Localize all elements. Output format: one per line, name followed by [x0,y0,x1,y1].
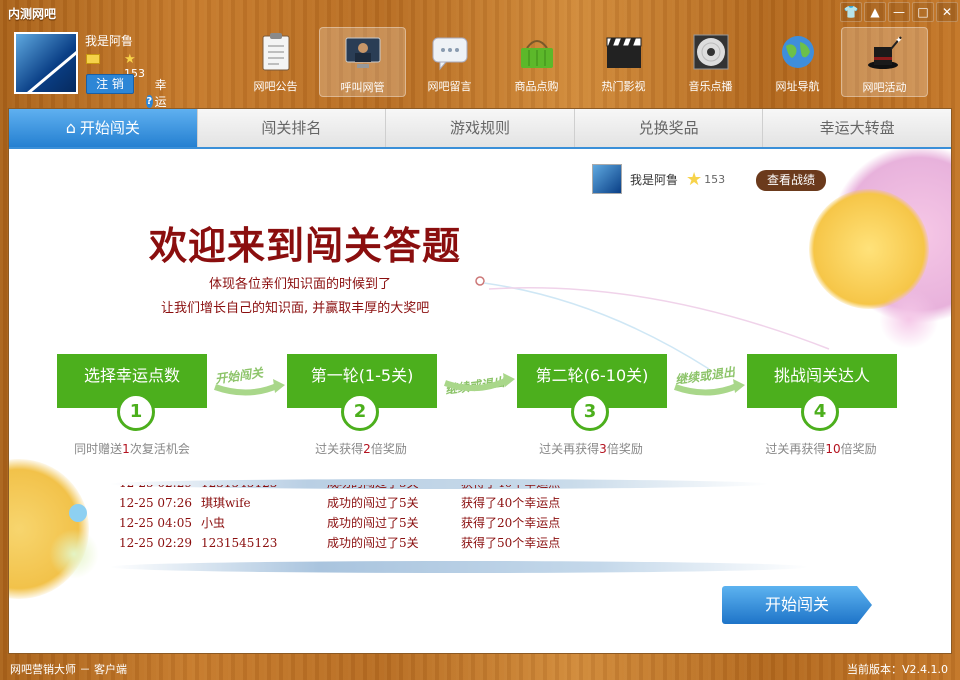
toolbar-item-movies[interactable]: 热门影视 [580,27,667,97]
toolbar-item-shop[interactable]: 商品点购 [493,27,580,97]
toolbar-item-message[interactable]: 网吧留言 [406,27,493,97]
view-record-button[interactable]: 查看战绩 [756,170,826,191]
arrow-icon [444,373,515,392]
clipboard-icon [256,32,296,72]
window-controls: 👕 ▲ — □ ✕ [840,2,958,22]
tab-prizes[interactable]: 兑换奖品 [575,109,764,147]
star-icon: ★ [686,168,703,190]
step-3-number: 3 [571,393,609,431]
home-icon: ⌂ [65,118,76,137]
tab-rules[interactable]: 游戏规则 [386,109,575,147]
globe-icon [778,32,818,72]
hero-subline-2: 让我们增长自己的知识面, 并赢取丰厚的大奖吧 [161,301,430,316]
decor-bubble [49,529,99,579]
step-1-desc: 同时赠送1次复活机会 [74,442,190,456]
decor-bubble [69,504,87,522]
tab-wheel[interactable]: 幸运大转盘 [763,109,951,147]
mail-icon[interactable] [86,54,100,64]
status-app-name: 网吧营销大师 － 客户端 [10,663,127,676]
profile-avatar [592,164,622,194]
app-title: 内测网吧 [8,7,57,21]
decor-wave [109,561,809,573]
toolbar-item-call-admin[interactable]: 呼叫网管 [319,27,406,97]
step-2-number: 2 [341,393,379,431]
hero-subline-1: 体现各位亲们知识面的时候到了 [209,277,392,292]
toolbar-label: 网吧公告 [253,80,298,93]
status-version: 当前版本：V2.4.1.0 [846,663,948,676]
arrow-icon [214,379,285,396]
decor-bubble [879,289,939,349]
profile-name: 我是阿鲁 [630,172,679,187]
tab-bar: ⌂ 开始闯关 闯关排名 游戏规则 兑换奖品 幸运大转盘 [9,109,951,149]
shopping-basket-icon [517,32,557,72]
toolbar-label: 网址导航 [775,80,820,93]
step-1-number: 1 [117,393,155,431]
toolbar-label: 音乐点播 [688,80,733,93]
step-2-desc: 过关获得2倍奖励 [315,442,407,456]
step-3-desc: 过关再获得3倍奖励 [539,442,643,456]
main-toolbar: 网吧公告 呼叫网管 网吧留言 商品点购 热门影视 音乐点播 网址导航 ✦ 网吧活… [232,27,928,97]
tab-label: 开始闯关 [79,119,140,137]
log-row: 12-25 02:291231545123成功的闯过了5关获得了40个幸运点 [119,485,759,493]
main-panel: ⌂ 开始闯关 闯关排名 游戏规则 兑换奖品 幸运大转盘 我是阿鲁 ★ 153 查看… [8,108,952,654]
avatar[interactable] [14,32,78,94]
magic-hat-icon: ✦ [865,33,905,73]
winner-log: 12-25 02:291231545123成功的闯过了5关获得了40个幸运点 1… [119,485,759,565]
maximize-button[interactable]: □ [912,2,934,22]
toolbar-label: 网吧留言 [427,80,472,93]
toolbar-item-notice[interactable]: 网吧公告 [232,27,319,97]
profile-star-count: 153 [704,172,726,186]
profile-strip: 我是阿鲁 ★ 153 [592,164,725,194]
tab-ranking[interactable]: 闯关排名 [198,109,387,147]
cd-icon [691,32,731,72]
user-card: 我是阿鲁 ★ 153 注 销 ? 幸运点 [14,32,167,126]
status-bar: 网吧营销大师 － 客户端 当前版本：V2.4.1.0 [0,656,960,680]
welcome-headline: 欢迎来到闯关答题 [149,223,462,268]
tab-start[interactable]: ⌂ 开始闯关 [9,109,198,147]
arrow-icon [674,379,745,396]
toolbar-label: 呼叫网管 [340,81,385,94]
log-row: 12-25 07:26 琪琪wife 成功的闯过了5关 获得了40个幸运点 [119,496,561,510]
toolbar-label: 网吧活动 [862,81,907,94]
chat-bubble-icon [430,32,470,72]
toolbar-item-activity[interactable]: ✦ 网吧活动 [841,27,928,97]
step-4-number: 4 [801,393,839,431]
user-name: 我是阿鲁 [85,34,134,48]
star-icon: ★ [124,52,136,67]
skin-button[interactable]: 👕 [840,2,862,22]
log-row: 12-25 04:05 小虫 成功的闯过了5关 获得了20个幸运点 [119,516,561,530]
pin-button[interactable]: ▲ [864,2,886,22]
monitor-user-icon [343,33,383,73]
title-bar: 内测网吧 👕 ▲ — □ ✕ [0,0,960,26]
toolbar-label: 热门影视 [601,80,646,93]
clapperboard-icon [604,32,644,72]
svg-text:✦: ✦ [895,36,903,46]
log-row: 12-25 02:29 1231545123 成功的闯过了5关 获得了50个幸运点 [119,536,561,550]
toolbar-item-music[interactable]: 音乐点播 [667,27,754,97]
toolbar-item-nav[interactable]: 网址导航 [754,27,841,97]
question-icon: ? [146,95,153,108]
minimize-button[interactable]: — [888,2,910,22]
start-challenge-button[interactable]: 开始闯关 [722,586,872,624]
toolbar-label: 商品点购 [514,80,559,93]
logout-button[interactable]: 注 销 [86,74,134,94]
close-button[interactable]: ✕ [936,2,958,22]
step-4-desc: 过关再获得10倍奖励 [765,442,877,456]
